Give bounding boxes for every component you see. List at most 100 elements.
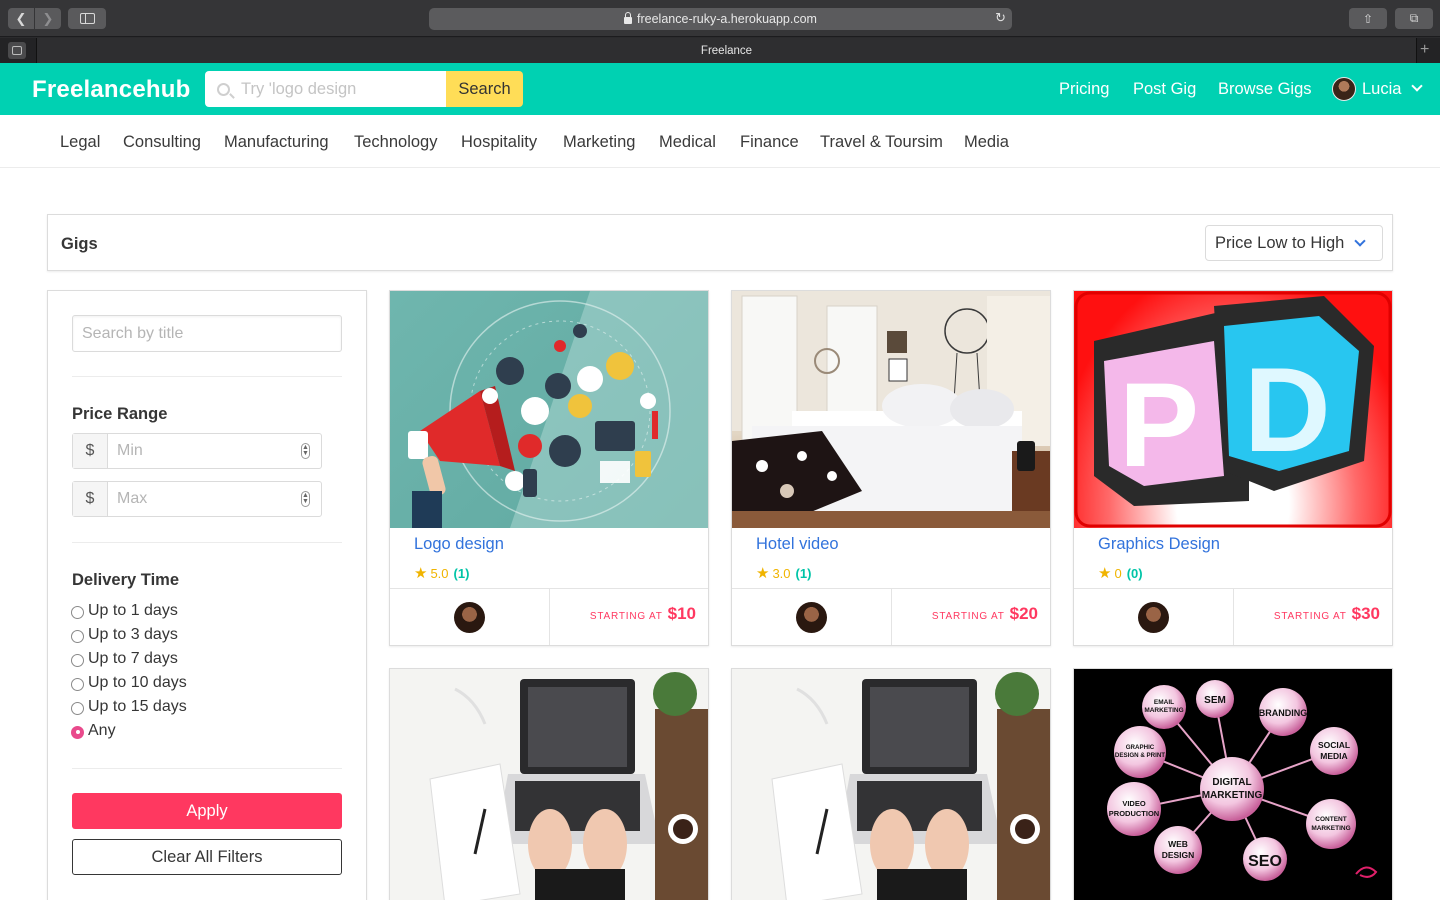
starting-price: STARTING AT $10 [590,604,696,624]
gig-card[interactable]: P D Graphics Design ★ 0 (0) STARTING AT … [1073,290,1393,646]
radio-button[interactable] [71,677,84,691]
gig-card[interactable]: Hotel video ★ 3.0 (1) STARTING AT $20 [731,290,1051,646]
gig-title[interactable]: Hotel video [756,535,839,554]
dm-content-line1: CONTENT [1315,816,1346,823]
new-tab-button[interactable]: + [1420,41,1429,59]
dm-center-line1: DIGITAL [1212,777,1251,788]
sort-select[interactable]: Price Low to High [1205,225,1383,261]
gig-image[interactable]: DIGITAL MARKETING EMAIL MARKETING SEM BR… [1074,669,1392,900]
clear-filters-button[interactable]: Clear All Filters [72,839,342,875]
dm-email-line1: EMAIL [1154,699,1174,706]
address-bar[interactable]: freelance-ruky-a.herokuapp.com ↻ [429,8,1012,30]
dm-video-line2: PRODUCTION [1109,809,1159,818]
show-tabs-button[interactable]: ⧉ [1395,8,1433,29]
tab-bar: Freelance + [0,38,1440,63]
search-button[interactable]: Search [446,71,523,107]
user-menu[interactable]: Lucia [1332,77,1424,101]
category-hospitality[interactable]: Hospitality [461,133,537,152]
pinned-tab-favicon[interactable] [8,42,26,59]
card-footer: STARTING AT $20 [732,588,1050,645]
delivery-option-15[interactable]: Up to 15 days [71,698,187,716]
gig-title[interactable]: Graphics Design [1098,535,1220,554]
category-manufacturing[interactable]: Manufacturing [224,133,329,152]
calendar-icon [12,46,22,55]
radio-label: Up to 7 days [88,650,178,667]
avatar[interactable] [1138,602,1169,633]
diagram-node-center [1200,757,1264,821]
apply-button[interactable]: Apply [72,793,342,829]
delivery-option-any[interactable]: Any [71,722,116,740]
review-count: (1) [453,565,470,581]
nav-browse-gigs[interactable]: Browse Gigs [1218,80,1312,99]
radio-label: Up to 15 days [88,698,187,715]
gig-card[interactable] [731,668,1051,900]
nav-post-gig[interactable]: Post Gig [1133,80,1196,99]
avatar[interactable] [454,602,485,633]
page-title: Gigs [61,235,98,253]
radio-button[interactable] [71,629,84,643]
max-price-field: $ ▲▼ [72,481,322,517]
chevron-down-icon [1354,235,1366,247]
gig-image[interactable] [732,669,1050,900]
bedroom-photo [732,291,1050,528]
site-logo[interactable]: Freelancehub [32,76,190,104]
radio-button[interactable] [71,605,84,619]
radio-button[interactable] [71,653,84,667]
divider [1233,589,1234,645]
laptop-desk-photo [732,669,1050,900]
radio-button[interactable] [71,701,84,715]
divider [72,542,342,543]
share-button[interactable]: ⇧ [1349,8,1387,29]
category-marketing[interactable]: Marketing [563,133,635,152]
search-input[interactable] [241,79,431,99]
category-travel-tourism[interactable]: Travel & Toursim [820,133,943,152]
site-header: Freelancehub Search Pricing Post Gig Bro… [0,63,1440,115]
reload-icon[interactable]: ↻ [995,10,1006,26]
category-technology[interactable]: Technology [354,133,437,152]
gig-image[interactable] [732,291,1050,528]
divider [549,589,550,645]
pd-letter-d: D [1244,343,1331,477]
delivery-option-10[interactable]: Up to 10 days [71,674,187,692]
delivery-option-3[interactable]: Up to 3 days [71,626,178,644]
gig-rating: ★ 3.0 (1) [756,564,811,582]
category-media[interactable]: Media [964,133,1009,152]
title-search-input[interactable] [72,315,342,352]
max-price-input[interactable] [108,482,293,516]
divider [72,768,342,769]
chevron-right-icon: ❯ [42,10,54,26]
gig-card[interactable]: DIGITAL MARKETING EMAIL MARKETING SEM BR… [1073,668,1393,900]
gig-rating: ★ 0 (0) [1098,564,1143,582]
gig-card[interactable]: Logo design ★ 5.0 (1) STARTING AT $10 [389,290,709,646]
gig-image[interactable]: P D [1074,291,1392,528]
delivery-option-1[interactable]: Up to 1 days [71,602,178,620]
nav-pricing[interactable]: Pricing [1059,80,1109,99]
radio-label: Up to 3 days [88,626,178,643]
radio-label: Any [88,722,116,739]
share-icon: ⇧ [1362,11,1374,26]
category-finance[interactable]: Finance [740,133,799,152]
min-price-input[interactable] [108,434,293,468]
search-box [205,71,446,107]
category-medical[interactable]: Medical [659,133,716,152]
number-stepper[interactable]: ▲ ▼ [301,443,310,459]
review-count: (0) [1126,565,1143,581]
starting-label: STARTING AT [931,611,1005,622]
number-stepper[interactable]: ▲ ▼ [301,491,310,507]
radio-button-selected[interactable] [71,725,84,739]
starting-price: STARTING AT $30 [1274,604,1380,624]
active-tab[interactable]: Freelance [36,38,1417,63]
forward-button[interactable]: ❯ [35,8,61,29]
avatar[interactable] [796,602,827,633]
back-button[interactable]: ❮ [8,8,34,29]
gig-image[interactable] [390,291,708,528]
sidebar-toggle-button[interactable] [68,8,106,29]
gig-image[interactable] [390,669,708,900]
category-consulting[interactable]: Consulting [123,133,201,152]
category-legal[interactable]: Legal [60,133,100,152]
dm-graphic-line2: DESIGN & PRINT [1115,752,1165,759]
gig-card[interactable] [389,668,709,900]
tab-title: Freelance [700,44,753,57]
gig-title[interactable]: Logo design [414,535,504,554]
delivery-option-7[interactable]: Up to 7 days [71,650,178,668]
